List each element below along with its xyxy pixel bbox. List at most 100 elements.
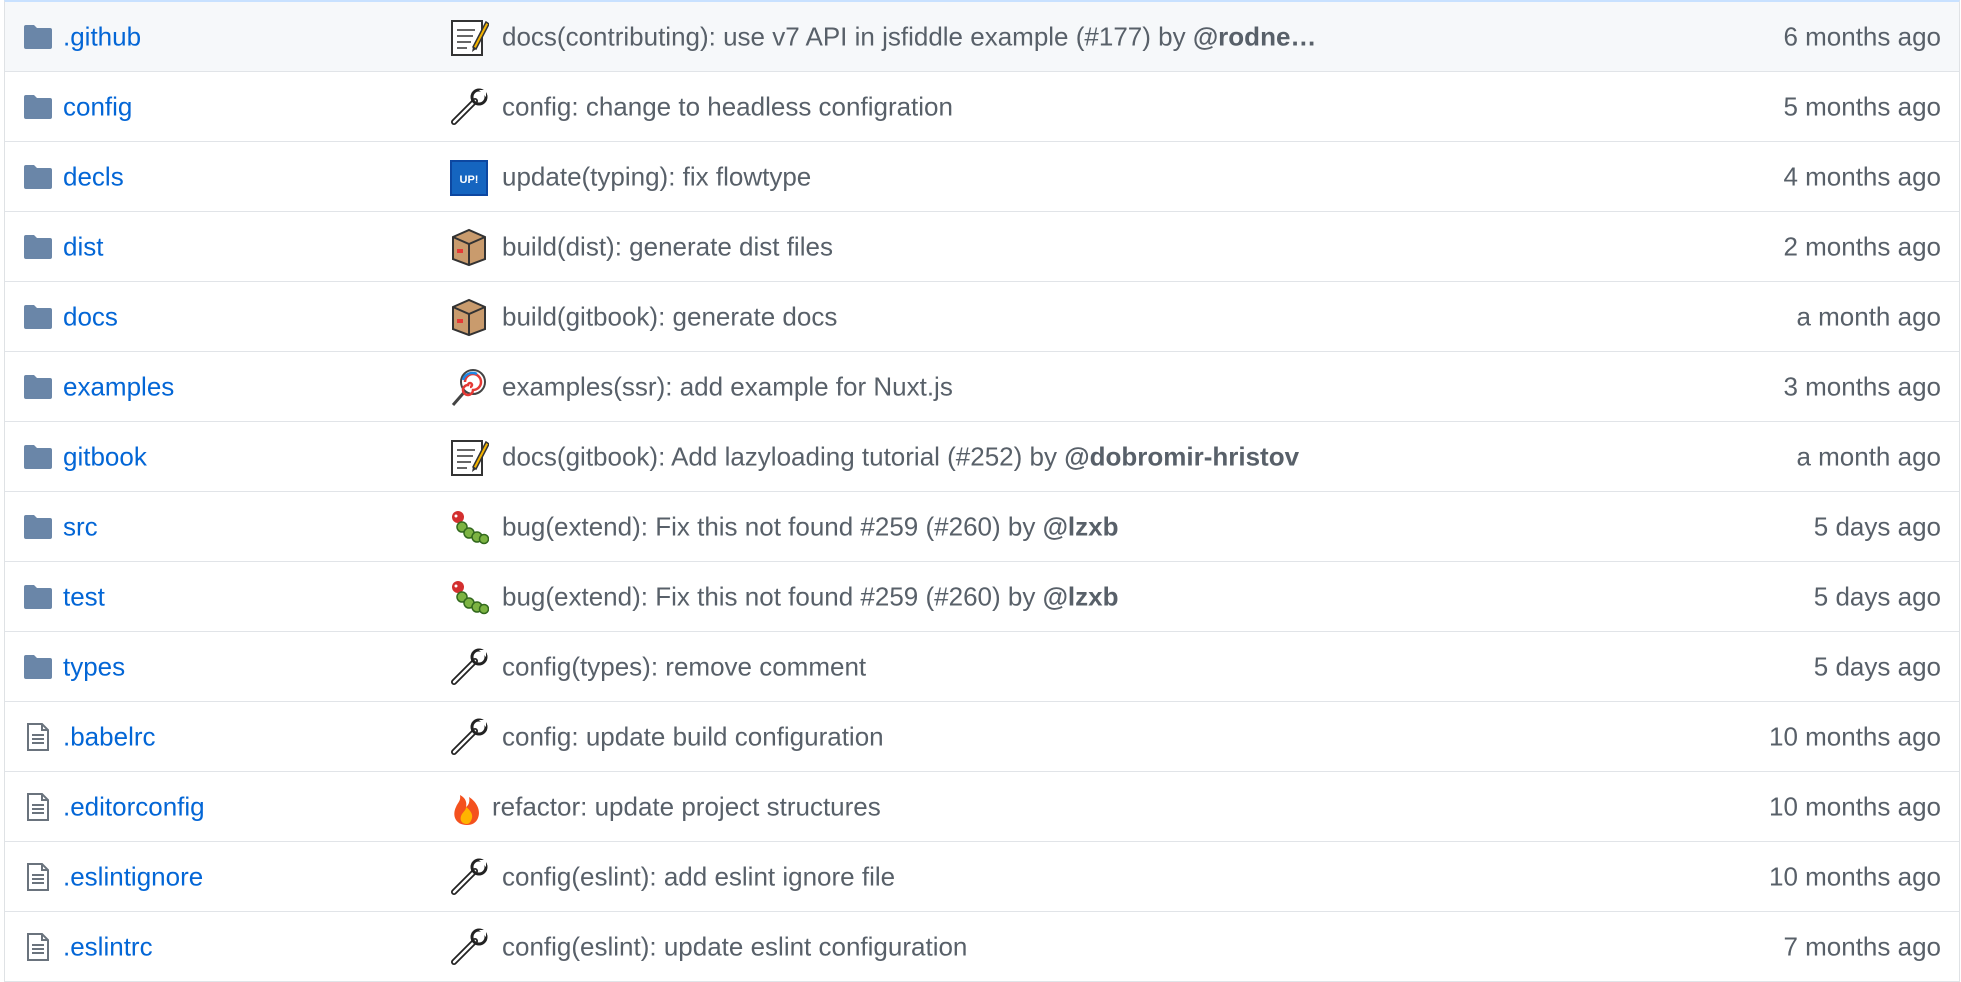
file-name-link[interactable]: decls	[63, 161, 124, 192]
commit-message-text: docs(gitbook): Add lazyloading tutorial …	[502, 441, 1023, 471]
folder-icon	[23, 372, 53, 402]
commit-age: a month ago	[1796, 301, 1941, 331]
commit-age: 5 days ago	[1813, 651, 1941, 681]
commit-message-text: config: update build configuration	[502, 721, 884, 751]
commit-by-text: by	[1000, 511, 1043, 541]
file-name-link[interactable]: .eslintrc	[63, 931, 153, 962]
file-name-link[interactable]: gitbook	[63, 441, 147, 472]
up-icon: UP!	[448, 156, 490, 198]
commit-message-link[interactable]: config(eslint): add eslint ignore file	[502, 861, 895, 892]
commit-author[interactable]: @rodne…	[1193, 21, 1317, 51]
commit-age: 10 months ago	[1768, 721, 1941, 751]
commit-age: 4 months ago	[1783, 161, 1941, 191]
commit-author[interactable]: @lzxb	[1043, 581, 1119, 611]
commit-age: a month ago	[1796, 441, 1941, 471]
file-icon	[23, 862, 53, 892]
folder-icon	[23, 512, 53, 542]
folder-icon	[23, 92, 53, 122]
commit-message-text: refactor: update project structures	[492, 791, 881, 821]
file-name-link[interactable]: docs	[63, 301, 118, 332]
commit-by-text: by	[1000, 581, 1043, 611]
commit-message-link[interactable]: config(types): remove comment	[502, 651, 866, 682]
file-name-link[interactable]: src	[63, 511, 98, 542]
file-row: docs build(gitbook): generate docs a mon…	[5, 282, 1959, 352]
commit-age: 10 months ago	[1768, 861, 1941, 891]
file-name-link[interactable]: types	[63, 651, 125, 682]
commit-author[interactable]: @lzxb	[1043, 511, 1119, 541]
commit-by-text: by	[1022, 441, 1065, 471]
package-icon	[448, 296, 490, 338]
file-name-link[interactable]: .github	[63, 21, 141, 52]
file-name-link[interactable]: test	[63, 581, 105, 612]
folder-icon	[23, 442, 53, 472]
commit-message-link[interactable]: docs(gitbook): Add lazyloading tutorial …	[502, 441, 1299, 472]
svg-text:UP!: UP!	[460, 174, 479, 186]
bug-icon	[448, 576, 490, 618]
commit-message-text: bug(extend): Fix this not found #259 (#2…	[502, 581, 1001, 611]
file-row: config config: change to headless config…	[5, 72, 1959, 142]
commit-message-link[interactable]: config: update build configuration	[502, 721, 884, 752]
commit-message-link[interactable]: examples(ssr): add example for Nuxt.js	[502, 371, 953, 402]
commit-message-text: config: change to headless configration	[502, 91, 953, 121]
file-name-link[interactable]: .eslintignore	[63, 861, 203, 892]
wrench-icon	[448, 86, 490, 128]
file-list: .github docs(contributing): use v7 API i…	[4, 0, 1960, 982]
bug-icon	[448, 506, 490, 548]
commit-message-link[interactable]: refactor: update project structures	[492, 791, 881, 822]
wrench-icon	[448, 926, 490, 968]
commit-message-link[interactable]: docs(contributing): use v7 API in jsfidd…	[502, 21, 1316, 52]
commit-age: 5 days ago	[1813, 511, 1941, 541]
commit-age: 3 months ago	[1783, 371, 1941, 401]
commit-message-text: bug(extend): Fix this not found #259 (#2…	[502, 511, 1001, 541]
file-row: src bug(extend): Fix this not found #259…	[5, 492, 1959, 562]
folder-icon	[23, 582, 53, 612]
wrench-icon	[448, 716, 490, 758]
file-row: types config(types): remove comment 5 da…	[5, 632, 1959, 702]
commit-by-text: by	[1150, 21, 1193, 51]
commit-message-text: build(dist): generate dist files	[502, 231, 833, 261]
commit-message-text: config(eslint): update eslint configurat…	[502, 931, 968, 961]
commit-message-text: examples(ssr): add example for Nuxt.js	[502, 371, 953, 401]
fire-icon	[446, 786, 488, 828]
commit-message-link[interactable]: config(eslint): update eslint configurat…	[502, 931, 967, 962]
commit-age: 6 months ago	[1783, 21, 1941, 51]
commit-age: 5 months ago	[1783, 91, 1941, 121]
folder-icon	[23, 22, 53, 52]
file-row: test bug(extend): Fix this not found #25…	[5, 562, 1959, 632]
commit-message-text: config(types): remove comment	[502, 651, 867, 681]
file-row: .eslintignore config(eslint): add eslint…	[5, 842, 1959, 912]
file-name-link[interactable]: config	[63, 91, 132, 122]
commit-message-link[interactable]: build(gitbook): generate docs	[502, 301, 837, 332]
file-row: gitbook docs(gitbook): Add lazyloading t…	[5, 422, 1959, 492]
file-row: .babelrc config: update build configurat…	[5, 702, 1959, 772]
commit-message-text: docs(contributing): use v7 API in jsfidd…	[502, 21, 1151, 51]
folder-icon	[23, 652, 53, 682]
lollipop-icon	[448, 366, 490, 408]
wrench-icon	[448, 646, 490, 688]
commit-age: 5 days ago	[1813, 581, 1941, 611]
folder-icon	[23, 302, 53, 332]
folder-icon	[23, 232, 53, 262]
file-row: .editorconfig refactor: update project s…	[5, 772, 1959, 842]
commit-age: 10 months ago	[1768, 791, 1941, 821]
commit-author[interactable]: @dobromir-hristov	[1064, 441, 1299, 471]
commit-message-link[interactable]: build(dist): generate dist files	[502, 231, 833, 262]
file-row: decls UP! update(typing): fix flowtype 4…	[5, 142, 1959, 212]
file-row: examples examples(ssr): add example for …	[5, 352, 1959, 422]
file-name-link[interactable]: dist	[63, 231, 103, 262]
file-name-link[interactable]: .editorconfig	[63, 791, 205, 822]
commit-message-link[interactable]: bug(extend): Fix this not found #259 (#2…	[502, 581, 1119, 612]
memo-icon	[448, 436, 490, 478]
commit-age: 2 months ago	[1783, 231, 1941, 261]
commit-message-text: config(eslint): add eslint ignore file	[502, 861, 896, 891]
commit-message-link[interactable]: update(typing): fix flowtype	[502, 161, 811, 192]
file-row: .github docs(contributing): use v7 API i…	[5, 2, 1959, 72]
commit-message-link[interactable]: config: change to headless configration	[502, 91, 953, 122]
package-icon	[448, 226, 490, 268]
file-name-link[interactable]: .babelrc	[63, 721, 156, 752]
commit-message-link[interactable]: bug(extend): Fix this not found #259 (#2…	[502, 511, 1119, 542]
commit-message-text: build(gitbook): generate docs	[502, 301, 838, 331]
commit-age: 7 months ago	[1783, 931, 1941, 961]
file-row: dist build(dist): generate dist files 2 …	[5, 212, 1959, 282]
file-name-link[interactable]: examples	[63, 371, 174, 402]
